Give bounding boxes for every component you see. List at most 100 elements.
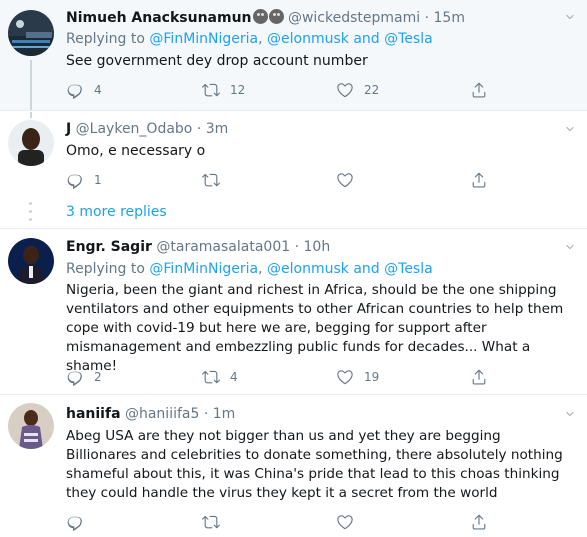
face-emoji-icon [252,9,268,24]
mention-link[interactable]: @elonmusk [267,31,349,47]
chevron-down-icon[interactable] [565,124,575,134]
tweet-4[interactable]: haniifa @haniiifa5 · 1m Abeg USA are the… [0,395,587,537]
time-separator: · [192,121,206,137]
avatar[interactable] [8,120,54,166]
like-icon [336,513,354,531]
reply-button[interactable] [66,512,94,532]
tweet-actions [66,512,576,532]
tweet-actions: 2 4 19 [66,367,576,387]
mention-and[interactable]: and [349,261,384,277]
share-icon [470,513,488,531]
share-icon [470,368,488,386]
timestamp[interactable]: 3m [206,121,229,137]
reply-button[interactable]: 2 [66,367,102,387]
thread-dots [29,202,33,224]
reply-count: 4 [94,83,102,97]
retweet-button[interactable] [202,512,230,532]
replying-to-label: Replying to [66,31,145,47]
reply-icon [66,368,84,386]
display-name[interactable]: Engr. Sagir [66,239,152,255]
like-count: 22 [364,83,380,97]
retweet-count: 4 [230,370,238,384]
reply-icon [66,513,84,531]
tweet-actions: 1 [66,170,576,190]
mention-link[interactable]: @Tesla [384,31,433,47]
tweet-header: Nimueh Anacksunamun @wickedstepmami · 15… [66,9,465,26]
retweet-button[interactable]: 12 [202,80,245,100]
share-button[interactable] [470,512,488,532]
reply-count: 1 [94,173,102,187]
like-icon [336,171,354,189]
tweet-1[interactable]: Nimueh Anacksunamun @wickedstepmami · 15… [0,0,587,110]
replying-to: Replying to @FinMinNigeria, @elonmusk an… [66,31,433,47]
tweet-header: Engr. Sagir @taramasalata001 · 10h [66,239,330,255]
share-icon [470,81,488,99]
reply-icon [66,171,84,189]
retweet-button[interactable]: 4 [202,367,238,387]
timestamp[interactable]: 15m [434,10,465,26]
display-name[interactable]: J [66,121,71,137]
share-button[interactable] [470,367,488,387]
mention-link[interactable]: @Tesla [384,261,433,277]
show-more-replies[interactable]: 3 more replies [0,198,587,228]
timestamp[interactable]: 10h [304,239,331,255]
tweet-header: J @Layken_Odabo · 3m [66,121,228,137]
display-name[interactable]: Nimueh Anacksunamun [66,10,252,26]
mention-separator: , [258,261,268,277]
user-handle[interactable]: @Layken_Odabo [76,121,193,137]
mention-link[interactable]: @elonmusk [267,261,349,277]
avatar[interactable] [8,403,54,449]
time-separator: · [199,406,213,422]
user-handle[interactable]: @haniiifa5 [125,406,199,422]
reply-icon [66,81,84,99]
mention-and[interactable]: and [349,31,384,47]
tweet-2[interactable]: J @Layken_Odabo · 3m Omo, e necessary o … [0,112,587,198]
retweet-icon [202,513,220,531]
share-button[interactable] [470,170,488,190]
chevron-down-icon[interactable] [565,242,575,252]
reply-button[interactable]: 4 [66,80,102,100]
replying-to-label: Replying to [66,261,145,277]
like-icon [336,368,354,386]
chevron-down-icon[interactable] [565,12,575,22]
reply-count: 2 [94,370,102,384]
like-button[interactable] [336,512,364,532]
user-handle[interactable]: @taramasalata001 [156,239,290,255]
share-icon [470,171,488,189]
display-name[interactable]: haniifa [66,406,121,422]
time-separator: · [420,10,434,26]
user-handle[interactable]: @wickedstepmami [288,10,420,26]
like-count: 19 [364,370,380,384]
mention-separator: , [258,31,268,47]
mention-link[interactable]: @FinMinNigeria [149,261,258,277]
retweet-icon [202,368,220,386]
like-button[interactable] [336,170,364,190]
retweet-button[interactable] [202,170,230,190]
retweet-icon [202,81,220,99]
time-separator: · [290,239,304,255]
like-button[interactable]: 22 [336,80,379,100]
tweet-text: Omo, e necessary o [66,143,206,159]
like-icon [336,81,354,99]
mention-link[interactable]: @FinMinNigeria [149,31,258,47]
show-more-link[interactable]: 3 more replies [66,204,167,220]
reply-button[interactable]: 1 [66,170,102,190]
retweet-count: 12 [230,83,246,97]
tweet-3[interactable]: Engr. Sagir @taramasalata001 · 10h Reply… [0,228,587,393]
thread-line [30,112,32,118]
tweet-header: haniifa @haniiifa5 · 1m [66,406,235,422]
thread-line [30,60,32,110]
replying-to: Replying to @FinMinNigeria, @elonmusk an… [66,261,433,277]
tweet-actions: 4 12 22 [66,80,576,100]
timestamp[interactable]: 1m [213,406,236,422]
tweet-text: Nigeria, been the giant and richest in A… [66,282,564,374]
share-button[interactable] [470,80,488,100]
avatar[interactable] [8,238,54,284]
avatar[interactable] [8,10,54,56]
like-button[interactable]: 19 [336,367,379,387]
face-emoji-icon [268,9,284,24]
tweet-text: Abeg USA are they not bigger than us and… [66,428,563,501]
retweet-icon [202,171,220,189]
tweet-text: See government dey drop account number [66,53,368,69]
chevron-down-icon[interactable] [565,409,575,419]
